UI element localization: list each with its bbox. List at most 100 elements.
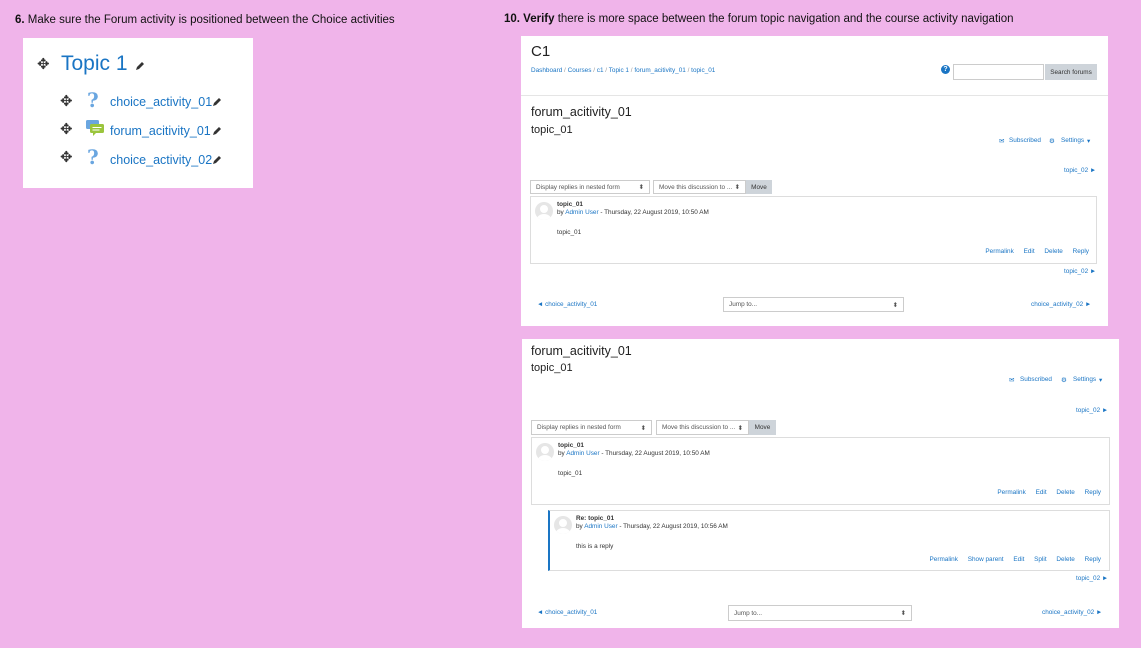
course-title: C1 <box>531 43 551 60</box>
post-actions: Permalink Edit Delete Reply <box>997 489 1101 496</box>
reply-subject: Re: topic_01 <box>576 515 615 522</box>
step-10-instruction: 10. Verify there is more space between t… <box>504 13 1014 25</box>
display-mode-value: Display replies in nested form <box>537 424 621 431</box>
activity-link-forum[interactable]: forum_acitivity_01 <box>110 124 211 138</box>
select-arrow-icon: ⬍ <box>892 301 898 309</box>
split-link[interactable]: Split <box>1034 556 1046 563</box>
reply-link[interactable]: Reply <box>1085 556 1101 563</box>
prev-activity-link[interactable]: ◄ choice_activity_01 <box>537 609 597 616</box>
breadcrumb-item[interactable]: c1 <box>597 67 604 74</box>
next-discussion-link[interactable]: topic_02 ► <box>1076 407 1108 414</box>
author-link[interactable]: Admin User <box>584 523 617 530</box>
permalink-link[interactable]: Permalink <box>985 248 1013 255</box>
reply-post: Re: topic_01 by Admin User - Thursday, 2… <box>548 510 1110 571</box>
edit-link[interactable]: Edit <box>1024 248 1035 255</box>
next-discussion-link[interactable]: topic_02 ► <box>1064 268 1096 275</box>
edit-link[interactable]: Edit <box>1013 556 1024 563</box>
gear-icon: ⚙ <box>1061 377 1067 384</box>
byline-by: by <box>557 209 564 216</box>
edit-link[interactable]: Edit <box>1036 489 1047 496</box>
forum-icon <box>86 120 104 136</box>
move-discussion-select[interactable]: Move this discussion to ... ⬍ <box>656 420 749 435</box>
question-icon: ? <box>87 145 99 169</box>
forum-title: forum_acitivity_01 <box>531 105 632 119</box>
edit-pencil-icon[interactable] <box>134 60 146 72</box>
prev-activity-link[interactable]: ◄ choice_activity_01 <box>537 301 597 308</box>
move-icon[interactable]: ✥ <box>37 57 50 72</box>
select-arrow-icon: ⬍ <box>737 424 743 432</box>
edit-pencil-icon[interactable] <box>211 154 223 166</box>
delete-link[interactable]: Delete <box>1056 556 1074 563</box>
reply-byline: by Admin User - Thursday, 22 August 2019… <box>576 523 728 530</box>
step-10-text: there is more space between the forum to… <box>554 13 1014 25</box>
post-body: topic_01 <box>557 229 582 236</box>
settings-menu[interactable]: Settings <box>1073 376 1096 383</box>
delete-link[interactable]: Delete <box>1056 489 1074 496</box>
discussion-title: topic_01 <box>531 124 573 136</box>
move-discussion-select[interactable]: Move this discussion to ... ⬍ <box>653 180 746 194</box>
author-link[interactable]: Admin User <box>566 450 599 457</box>
move-icon[interactable]: ✥ <box>60 122 73 137</box>
subscribed-link[interactable]: Subscribed <box>1020 376 1052 383</box>
activity-link-choice-1[interactable]: choice_activity_01 <box>110 95 212 109</box>
caret-down-icon[interactable]: ▾ <box>1099 376 1102 384</box>
breadcrumb: Dashboard / Courses / c1 / Topic 1 / for… <box>531 67 716 74</box>
delete-link[interactable]: Delete <box>1044 248 1062 255</box>
step-6-text: Make sure the Forum activity is position… <box>24 14 395 26</box>
edit-pencil-icon[interactable] <box>211 125 223 137</box>
topic-title[interactable]: Topic 1 <box>61 52 128 76</box>
author-link[interactable]: Admin User <box>565 209 598 216</box>
discussion-title: topic_01 <box>531 362 573 374</box>
reply-date: - Thursday, 22 August 2019, 10:56 AM <box>617 523 728 530</box>
breadcrumb-item[interactable]: Dashboard <box>531 67 562 74</box>
move-icon[interactable]: ✥ <box>60 150 73 165</box>
search-forums-input[interactable] <box>953 64 1044 80</box>
edit-pencil-icon[interactable] <box>211 96 223 108</box>
reply-link[interactable]: Reply <box>1085 489 1101 496</box>
forum-post: topic_01 by Admin User - Thursday, 22 Au… <box>530 196 1097 264</box>
jump-to-select[interactable]: Jump to... ⬍ <box>728 605 912 621</box>
next-activity-link[interactable]: choice_activity_02 ► <box>1042 609 1102 616</box>
move-button[interactable]: Move <box>749 420 776 435</box>
subscribed-link[interactable]: Subscribed <box>1009 137 1041 144</box>
display-mode-value: Display replies in nested form <box>536 183 620 191</box>
move-button[interactable]: Move <box>746 180 772 194</box>
breadcrumb-item[interactable]: Courses <box>568 67 592 74</box>
step-6-instruction: 6. Make sure the Forum activity is posit… <box>15 14 395 26</box>
permalink-link[interactable]: Permalink <box>997 489 1025 496</box>
next-discussion-link[interactable]: topic_02 ► <box>1076 575 1108 582</box>
display-mode-select[interactable]: Display replies in nested form ⬍ <box>531 420 652 435</box>
help-icon[interactable]: ? <box>941 65 950 74</box>
select-arrow-icon: ⬍ <box>900 610 906 617</box>
jump-to-select[interactable]: Jump to... ⬍ <box>723 297 904 312</box>
select-arrow-icon: ⬍ <box>640 424 646 432</box>
activity-link-choice-2[interactable]: choice_activity_02 <box>110 153 212 167</box>
breadcrumb-item[interactable]: topic_01 <box>691 67 715 74</box>
breadcrumb-item[interactable]: forum_acitivity_01 <box>634 67 686 74</box>
select-arrow-icon: ⬍ <box>734 184 740 191</box>
forum-post: topic_01 by Admin User - Thursday, 22 Au… <box>531 437 1110 505</box>
permalink-link[interactable]: Permalink <box>930 556 958 563</box>
post-actions: Permalink Edit Delete Reply <box>985 248 1089 255</box>
reply-body: this is a reply <box>576 543 614 550</box>
breadcrumb-item[interactable]: Topic 1 <box>609 67 629 74</box>
byline-by: by <box>558 450 565 457</box>
post-body: topic_01 <box>558 470 583 477</box>
step-6-number: 6. <box>15 14 25 26</box>
step-10-number: 10. Verify <box>504 13 555 25</box>
settings-menu[interactable]: Settings <box>1061 137 1084 144</box>
caret-down-icon[interactable]: ▾ <box>1087 137 1090 145</box>
next-activity-link[interactable]: choice_activity_02 ► <box>1031 301 1091 308</box>
gear-icon: ⚙ <box>1049 138 1055 145</box>
avatar <box>535 202 553 220</box>
move-icon[interactable]: ✥ <box>60 94 73 109</box>
next-discussion-link[interactable]: topic_02 ► <box>1064 167 1096 174</box>
jump-to-value: Jump to... <box>734 609 763 617</box>
question-icon: ? <box>87 88 99 112</box>
reply-actions: Permalink Show parent Edit Split Delete … <box>930 556 1102 563</box>
reply-link[interactable]: Reply <box>1073 248 1089 255</box>
post-byline: by Admin User - Thursday, 22 August 2019… <box>558 450 710 457</box>
display-mode-select[interactable]: Display replies in nested form ⬍ <box>530 180 650 194</box>
search-forums-button[interactable]: Search forums <box>1045 64 1097 80</box>
show-parent-link[interactable]: Show parent <box>968 556 1004 563</box>
